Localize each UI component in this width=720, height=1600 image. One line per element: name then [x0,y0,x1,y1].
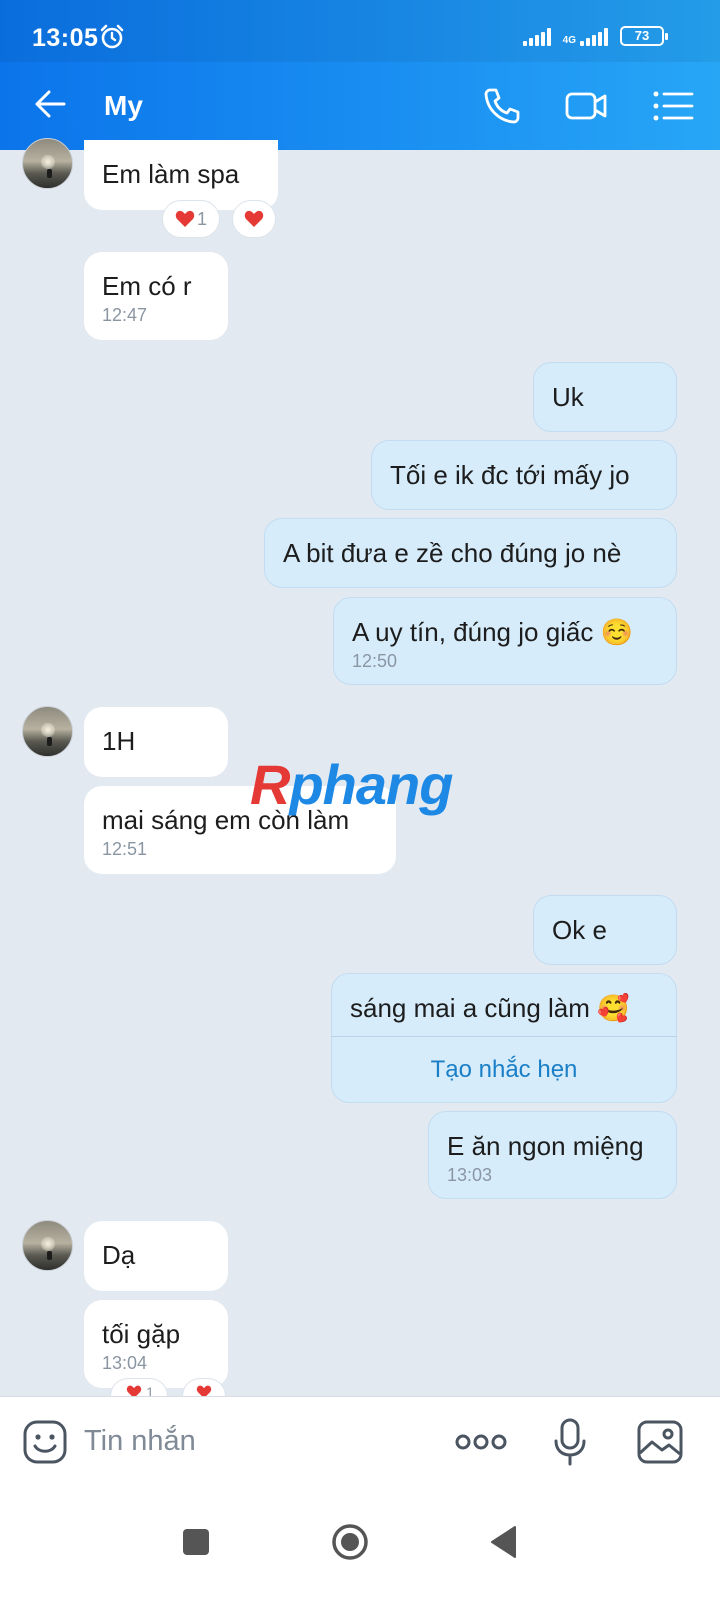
app-bar: My [0,62,720,150]
battery-icon: 73 [620,26,668,46]
more-icon[interactable] [454,1425,508,1459]
message-text: Uk [552,382,584,412]
reaction-badge[interactable]: 1 [162,200,220,238]
message-text: tối gặp [102,1319,181,1349]
incoming-message[interactable]: tối gặp 13:04 [84,1300,228,1388]
home-button[interactable] [322,1514,378,1570]
message-text: sáng mai a cũng làm 🥰 [350,993,630,1023]
create-reminder-button[interactable]: Tạo nhắc hẹn [331,1036,677,1102]
message-text: Tối e ik đc tới mấy jo [390,460,630,490]
outgoing-message[interactable]: A bit đưa e zề cho đúng jo nè [264,518,677,588]
contact-avatar[interactable] [22,138,73,189]
outgoing-message[interactable]: Uk [533,362,677,432]
video-camera-icon[interactable] [563,82,611,130]
reaction-count: 1 [196,208,207,229]
back-arrow-icon[interactable] [30,84,70,124]
phone-icon[interactable] [478,82,526,130]
back-triangle-icon [491,1526,516,1558]
message-time: 12:47 [102,305,148,325]
signal-indicators: 4G 73 [522,26,668,46]
contact-avatar[interactable] [22,1220,73,1271]
message-time: 12:50 [352,651,398,671]
recents-icon [183,1529,209,1555]
message-time: 12:51 [102,839,148,859]
watermark-part: R [250,753,290,816]
reaction-badge[interactable]: 1 [110,1378,168,1396]
message-text: A uy tín, đúng jo giấc ☺️ [352,617,633,647]
recents-button[interactable] [168,1514,224,1570]
message-text: Em làm spa [102,159,240,189]
incoming-message[interactable]: 1H [84,707,228,777]
chat-header: 13:05 4G 73 My [0,0,720,150]
message-composer [0,1396,720,1486]
heart-icon [126,1385,142,1396]
add-reaction-button[interactable] [232,200,276,238]
system-navigation-bar [0,1486,720,1600]
message-text: Dạ [102,1240,136,1270]
outgoing-message[interactable]: E ăn ngon miệng 13:03 [428,1111,677,1199]
incoming-message[interactable]: Dạ [84,1221,228,1291]
outgoing-message[interactable]: Tối e ik đc tới mấy jo [371,440,677,510]
watermark-logo: Rphang [250,752,453,817]
heart-icon [244,210,264,227]
message-time: 13:03 [447,1165,493,1185]
contact-avatar[interactable] [22,706,73,757]
contact-name[interactable]: My [104,90,143,122]
alarm-icon [100,24,124,49]
microphone-icon[interactable] [552,1417,588,1467]
home-icon [332,1524,368,1560]
reaction-count: 1 [146,1384,154,1396]
incoming-message[interactable]: Em có r 12:47 [84,252,228,340]
emoji-icon[interactable] [22,1419,68,1465]
status-time: 13:05 [32,24,99,52]
back-button[interactable] [476,1514,532,1570]
message-text: A bit đưa e zề cho đúng jo nè [283,538,622,568]
message-text: Ok e [552,915,607,945]
network-type: 4G [562,35,576,46]
message-text: E ăn ngon miệng [447,1131,644,1161]
signal-icon [580,26,608,46]
image-icon[interactable] [636,1419,684,1465]
status-bar: 13:05 4G 73 [0,0,720,62]
heart-icon [175,210,195,227]
list-menu-icon[interactable] [650,82,698,130]
message-time: 13:04 [102,1353,148,1373]
heart-icon [196,1385,212,1396]
battery-level: 73 [634,28,650,43]
message-text: Em có r [102,271,192,301]
signal-icon [522,26,551,46]
outgoing-message[interactable]: Ok e [533,895,677,965]
outgoing-message[interactable]: A uy tín, đúng jo giấc ☺️ 12:50 [333,597,677,685]
message-text: 1H [102,726,136,756]
message-input[interactable] [84,1421,424,1461]
watermark-part: phang [289,753,453,816]
